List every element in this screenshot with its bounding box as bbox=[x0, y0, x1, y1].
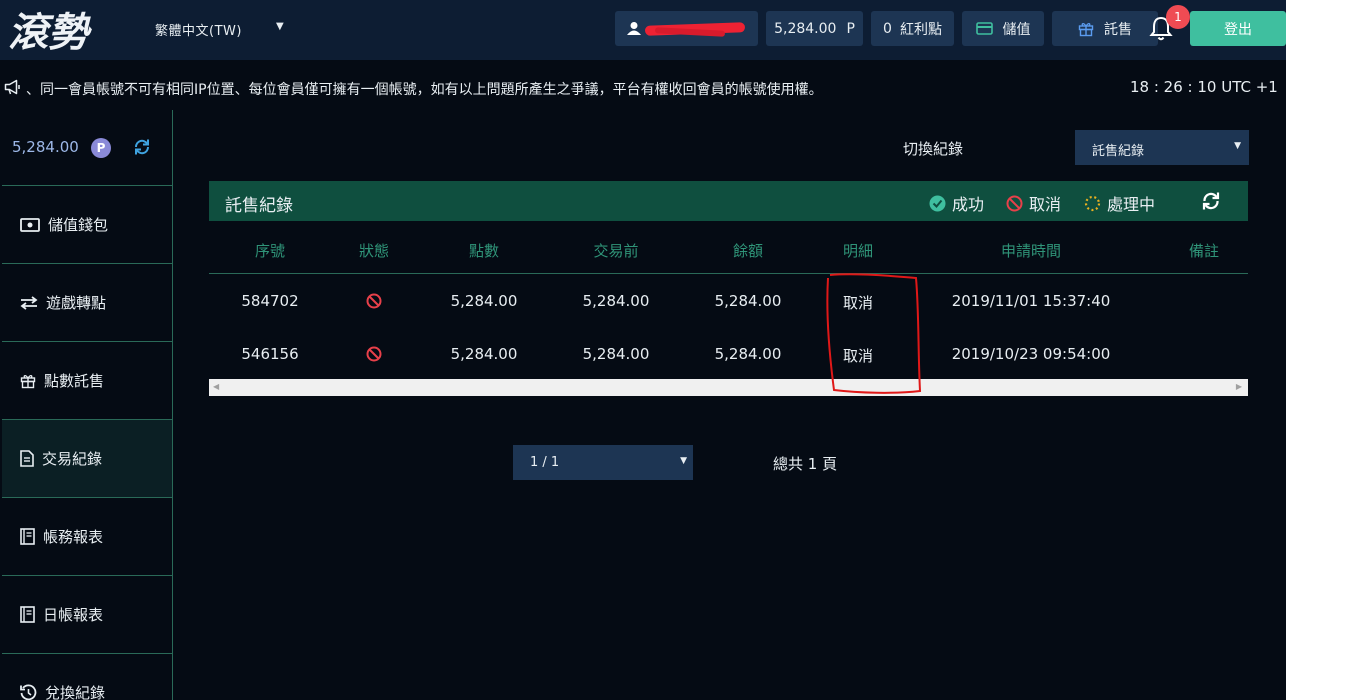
wallet-icon bbox=[20, 217, 40, 232]
cancel-icon bbox=[366, 293, 382, 309]
cell-points: 5,284.00 bbox=[450, 292, 518, 310]
sidebar-item-label: 帳務報表 bbox=[43, 528, 104, 546]
svg-text:滾勢: 滾勢 bbox=[8, 9, 92, 54]
cell-id: 584702 bbox=[241, 292, 299, 310]
legend-processing-label: 處理中 bbox=[1107, 195, 1156, 214]
cell-balance: 5,284.00 bbox=[714, 292, 782, 310]
history-icon bbox=[20, 684, 37, 700]
card-icon bbox=[975, 22, 993, 35]
page: 滾勢 繁體中文(TW) ▼ 5,284.00 P 0 紅利點 儲值 託售 1 登… bbox=[0, 0, 1348, 700]
points-balance-button[interactable]: 5,284.00 P bbox=[766, 11, 863, 46]
column-header-balance: 餘額 bbox=[732, 242, 764, 260]
refresh-icon[interactable] bbox=[1201, 191, 1221, 211]
sidebar-item-exchange-history[interactable]: 兌換紀錄 bbox=[2, 653, 172, 700]
chevron-down-icon[interactable]: ▼ bbox=[276, 21, 284, 32]
cell-points: 5,284.00 bbox=[450, 345, 518, 363]
panel-title: 託售紀錄 bbox=[225, 196, 293, 216]
cell-id: 546156 bbox=[241, 345, 299, 363]
blank-area bbox=[1286, 0, 1348, 700]
sidebar-item-label: 交易紀錄 bbox=[42, 450, 103, 468]
sidebar-item-label: 日帳報表 bbox=[43, 606, 104, 624]
table-header-divider bbox=[209, 273, 1248, 274]
column-header-note: 備註 bbox=[1188, 242, 1220, 260]
consign-label: 託售 bbox=[1104, 21, 1132, 38]
column-header-status: 狀態 bbox=[358, 242, 390, 260]
points-unit: P bbox=[846, 20, 855, 37]
legend-success: 成功 bbox=[929, 191, 984, 215]
spinner-icon bbox=[1084, 195, 1101, 211]
gift-icon bbox=[1078, 22, 1094, 36]
chevron-down-icon: ▼ bbox=[680, 456, 687, 466]
user-icon bbox=[627, 22, 641, 35]
points-badge-icon: P bbox=[91, 138, 111, 158]
deposit-button[interactable]: 儲值 bbox=[962, 11, 1044, 46]
sidebar-balance: 5,284.00 bbox=[12, 138, 79, 156]
bonus-count: 0 bbox=[883, 20, 892, 37]
user-account-button[interactable] bbox=[615, 11, 758, 46]
document-icon bbox=[20, 450, 34, 467]
cancel-icon bbox=[366, 346, 382, 362]
sidebar-item-consign[interactable]: 點數託售 bbox=[2, 341, 172, 419]
cell-balance: 5,284.00 bbox=[714, 345, 782, 363]
page-select-value: 1 / 1 bbox=[530, 455, 560, 470]
record-type-select[interactable]: 託售紀錄 ▼ bbox=[1075, 130, 1249, 165]
language-selector[interactable]: 繁體中文(TW) bbox=[155, 20, 242, 39]
record-switch-label: 切換紀錄 bbox=[903, 140, 964, 158]
legend-success-label: 成功 bbox=[952, 195, 985, 214]
cell-before: 5,284.00 bbox=[582, 345, 650, 363]
logout-button[interactable]: 登出 bbox=[1190, 11, 1286, 46]
daily-report-icon bbox=[20, 606, 35, 623]
record-type-value: 託售紀錄 bbox=[1092, 144, 1145, 159]
column-header-before: 交易前 bbox=[593, 242, 639, 260]
check-circle-icon bbox=[929, 195, 946, 211]
points-value: 5,284.00 bbox=[774, 20, 837, 37]
column-header-time: 申請時間 bbox=[1000, 242, 1062, 260]
consign-button[interactable]: 託售 bbox=[1052, 11, 1158, 46]
logo[interactable]: 滾勢 bbox=[6, 6, 116, 54]
page-select[interactable]: 1 / 1 ▼ bbox=[513, 445, 693, 480]
column-header-id: 序號 bbox=[254, 242, 286, 260]
bonus-label: 紅利點 bbox=[899, 21, 942, 38]
scroll-left-icon[interactable]: ◀ bbox=[213, 382, 219, 391]
legend-cancel: 取消 bbox=[1006, 191, 1061, 215]
scroll-right-icon[interactable]: ▶ bbox=[1236, 382, 1242, 391]
top-bar: 滾勢 繁體中文(TW) ▼ 5,284.00 P 0 紅利點 儲值 託售 1 登… bbox=[0, 0, 1286, 60]
megaphone-icon bbox=[4, 79, 20, 95]
sidebar-item-transfer[interactable]: 遊戲轉點 bbox=[2, 263, 172, 341]
column-header-detail: 明細 bbox=[842, 242, 874, 260]
cell-time: 2019/11/01 15:37:40 bbox=[951, 292, 1111, 310]
sidebar-item-label: 點數託售 bbox=[44, 372, 105, 390]
sidebar-item-transactions[interactable]: 交易紀錄 bbox=[2, 419, 172, 497]
gift-icon bbox=[20, 374, 36, 388]
cell-before: 5,284.00 bbox=[582, 292, 650, 310]
sidebar: 5,284.00 P 儲值錢包 遊戲轉點 點數託售 交易紀錄 帳務報表 日帳報表… bbox=[0, 110, 173, 700]
refresh-balance-icon[interactable] bbox=[133, 138, 151, 156]
panel-header: 託售紀錄 成功 取消 處理中 bbox=[209, 181, 1248, 221]
sidebar-item-label: 儲值錢包 bbox=[48, 216, 109, 234]
legend-cancel-label: 取消 bbox=[1029, 195, 1062, 214]
sidebar-item-label: 遊戲轉點 bbox=[46, 294, 107, 312]
horizontal-scrollbar[interactable]: ◀ ▶ bbox=[209, 379, 1248, 396]
annotation-highlight bbox=[826, 273, 922, 394]
sidebar-item-wallet[interactable]: 儲值錢包 bbox=[2, 185, 172, 263]
cancel-icon bbox=[1006, 195, 1023, 211]
legend-processing: 處理中 bbox=[1084, 191, 1155, 215]
sidebar-item-label: 兌換紀錄 bbox=[45, 684, 106, 700]
announcement-text: 、同一會員帳號不可有相同IP位置、每位會員僅可擁有一個帳號，如有以上問題所產生之… bbox=[26, 82, 823, 98]
column-header-points: 點數 bbox=[468, 242, 500, 260]
announcement-bar: 、同一會員帳號不可有相同IP位置、每位會員僅可擁有一個帳號，如有以上問題所產生之… bbox=[0, 72, 1286, 102]
sidebar-item-account-report[interactable]: 帳務報表 bbox=[2, 497, 172, 575]
sidebar-item-daily-report[interactable]: 日帳報表 bbox=[2, 575, 172, 653]
transfer-icon bbox=[20, 295, 38, 310]
server-clock: 18 : 26 : 10 UTC +1 bbox=[1130, 78, 1278, 96]
cell-time: 2019/10/23 09:54:00 bbox=[951, 345, 1111, 363]
total-pages: 總共 1 頁 bbox=[773, 455, 838, 473]
report-icon bbox=[20, 528, 35, 545]
bonus-points-button[interactable]: 0 紅利點 bbox=[871, 11, 954, 46]
chevron-down-icon: ▼ bbox=[1234, 141, 1241, 151]
deposit-label: 儲值 bbox=[1002, 21, 1031, 38]
notification-badge: 1 bbox=[1166, 5, 1190, 29]
